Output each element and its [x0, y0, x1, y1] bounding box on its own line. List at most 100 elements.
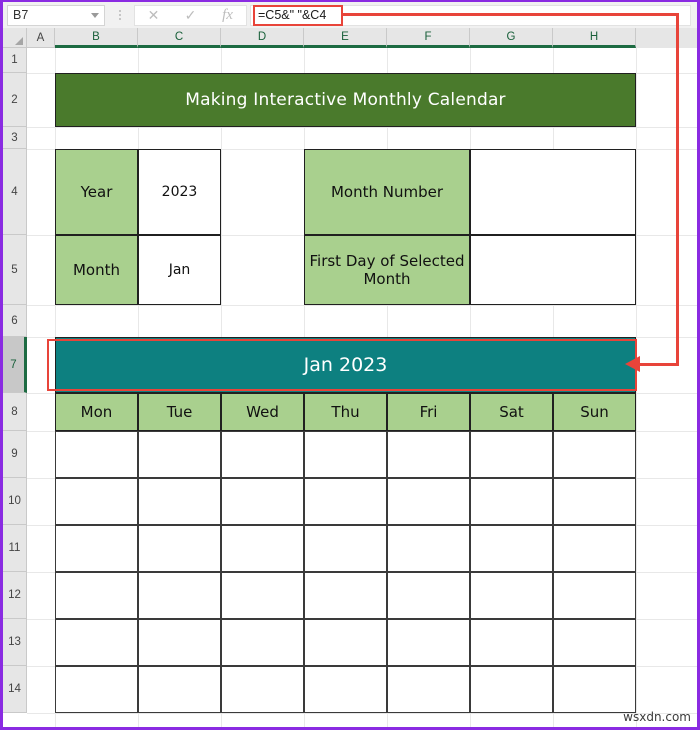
calendar-day-cell[interactable] [470, 619, 553, 666]
calendar-day-cell[interactable] [138, 572, 221, 619]
calendar-day-header-sun-label: Sun [580, 403, 609, 421]
calendar-day-header-tue: Tue [138, 393, 221, 431]
calendar-day-cell[interactable] [55, 619, 138, 666]
input-label-year: Year [55, 149, 138, 235]
calendar-day-header-fri: Fri [387, 393, 470, 431]
column-header-g[interactable]: G [470, 28, 553, 48]
helper-label-month-number: Month Number [304, 149, 470, 235]
calendar-day-cell[interactable] [304, 431, 387, 478]
column-header-c[interactable]: C [138, 28, 221, 48]
column-header-d[interactable]: D [221, 28, 304, 48]
calendar-day-cell[interactable] [470, 572, 553, 619]
calendar-day-cell[interactable] [470, 525, 553, 572]
calendar-day-cell[interactable] [553, 619, 636, 666]
helper-value-month-number[interactable] [470, 149, 636, 235]
calendar-day-cell[interactable] [387, 666, 470, 713]
helper-label-first-day-of-selected-month: First Day of Selected Month [304, 235, 470, 305]
gridline-horizontal [27, 713, 697, 714]
column-header-h[interactable]: H [553, 28, 636, 48]
cancel-icon[interactable]: ✕ [135, 6, 172, 25]
row-header-4[interactable]: 4 [3, 149, 27, 235]
calendar-day-cell[interactable] [221, 666, 304, 713]
calendar-day-cell[interactable] [221, 478, 304, 525]
calendar-day-cell[interactable] [387, 478, 470, 525]
month-banner[interactable]: Jan 2023 [55, 337, 636, 393]
insert-function-icon[interactable]: fx [209, 6, 246, 25]
calendar-day-cell[interactable] [55, 431, 138, 478]
row-header-label: 5 [11, 263, 18, 276]
calendar-day-cell[interactable] [470, 666, 553, 713]
column-header-label: G [506, 30, 516, 43]
calendar-day-cell[interactable] [304, 525, 387, 572]
calendar-day-cell[interactable] [55, 572, 138, 619]
helper-label-first-day-of-selected-month-label: First Day of Selected Month [309, 251, 465, 288]
calendar-day-cell[interactable] [470, 431, 553, 478]
row-header-label: 14 [8, 683, 21, 695]
select-all-corner[interactable] [3, 28, 27, 48]
calendar-day-cell[interactable] [138, 666, 221, 713]
calendar-day-cell[interactable] [387, 525, 470, 572]
chevron-down-icon[interactable] [91, 12, 99, 18]
calendar-day-cell[interactable] [55, 478, 138, 525]
row-header-label: 9 [11, 448, 18, 460]
row-header-9[interactable]: 9 [3, 431, 27, 478]
calendar-day-cell[interactable] [553, 525, 636, 572]
row-header-1[interactable]: 1 [3, 48, 27, 73]
row-header-7[interactable]: 7 [3, 337, 27, 393]
calendar-day-cell[interactable] [387, 572, 470, 619]
calendar-day-cell[interactable] [221, 572, 304, 619]
calendar-day-cell[interactable] [138, 478, 221, 525]
calendar-day-cell[interactable] [221, 619, 304, 666]
calendar-day-cell[interactable] [470, 478, 553, 525]
calendar-day-cell[interactable] [553, 572, 636, 619]
column-header-bar: A B C D E F G H [3, 28, 697, 48]
column-header-b[interactable]: B [55, 28, 138, 48]
calendar-day-cell[interactable] [55, 666, 138, 713]
row-header-8[interactable]: 8 [3, 393, 27, 431]
calendar-day-cell[interactable] [387, 431, 470, 478]
column-header-a[interactable]: A [27, 28, 55, 48]
calendar-day-cell[interactable] [387, 619, 470, 666]
row-header-12[interactable]: 12 [3, 572, 27, 619]
calendar-day-cell[interactable] [304, 619, 387, 666]
calendar-day-cell[interactable] [304, 478, 387, 525]
row-header-label: 3 [11, 131, 18, 144]
enter-icon[interactable]: ✓ [172, 6, 209, 25]
formula-input[interactable]: =C5&" "&C4 [250, 4, 691, 26]
worksheet-grid[interactable]: Making Interactive Monthly Calendar Year 2… [27, 48, 697, 727]
excel-window: B7 ✕ ✓ fx =C5&" "&C4 A B C D E F G H Making Int… [0, 0, 700, 730]
row-header-3[interactable]: 3 [3, 127, 27, 149]
overflow-dots-icon[interactable] [110, 10, 130, 20]
gridline-vertical [636, 48, 637, 727]
row-header-14[interactable]: 14 [3, 666, 27, 713]
input-value-month[interactable]: Jan [138, 235, 221, 305]
calendar-day-cell[interactable] [221, 431, 304, 478]
gridline-horizontal [27, 127, 697, 128]
calendar-day-cell[interactable] [138, 619, 221, 666]
calendar-day-cell[interactable] [304, 666, 387, 713]
column-header-f[interactable]: F [387, 28, 470, 48]
calendar-day-cell[interactable] [138, 431, 221, 478]
input-value-month-label: Jan [168, 262, 191, 278]
row-header-13[interactable]: 13 [3, 619, 27, 666]
input-value-year[interactable]: 2023 [138, 149, 221, 235]
row-header-10[interactable]: 10 [3, 478, 27, 525]
calendar-day-cell[interactable] [553, 431, 636, 478]
helper-value-first-day-of-selected-month[interactable] [470, 235, 636, 305]
calendar-day-cell[interactable] [221, 525, 304, 572]
name-box-value: B7 [13, 8, 29, 22]
row-header-label: 2 [11, 93, 18, 106]
name-box[interactable]: B7 [7, 4, 105, 26]
calendar-day-cell[interactable] [304, 572, 387, 619]
column-header-e[interactable]: E [304, 28, 387, 48]
row-header-2[interactable]: 2 [3, 73, 27, 127]
row-header-11[interactable]: 11 [3, 525, 27, 572]
calendar-day-cell[interactable] [553, 666, 636, 713]
row-header-5[interactable]: 5 [3, 235, 27, 305]
calendar-day-cell[interactable] [138, 525, 221, 572]
calendar-day-cell[interactable] [553, 478, 636, 525]
calendar-day-cell[interactable] [55, 525, 138, 572]
column-header-label: A [36, 31, 45, 44]
row-header-label: 1 [11, 54, 18, 66]
row-header-6[interactable]: 6 [3, 305, 27, 337]
